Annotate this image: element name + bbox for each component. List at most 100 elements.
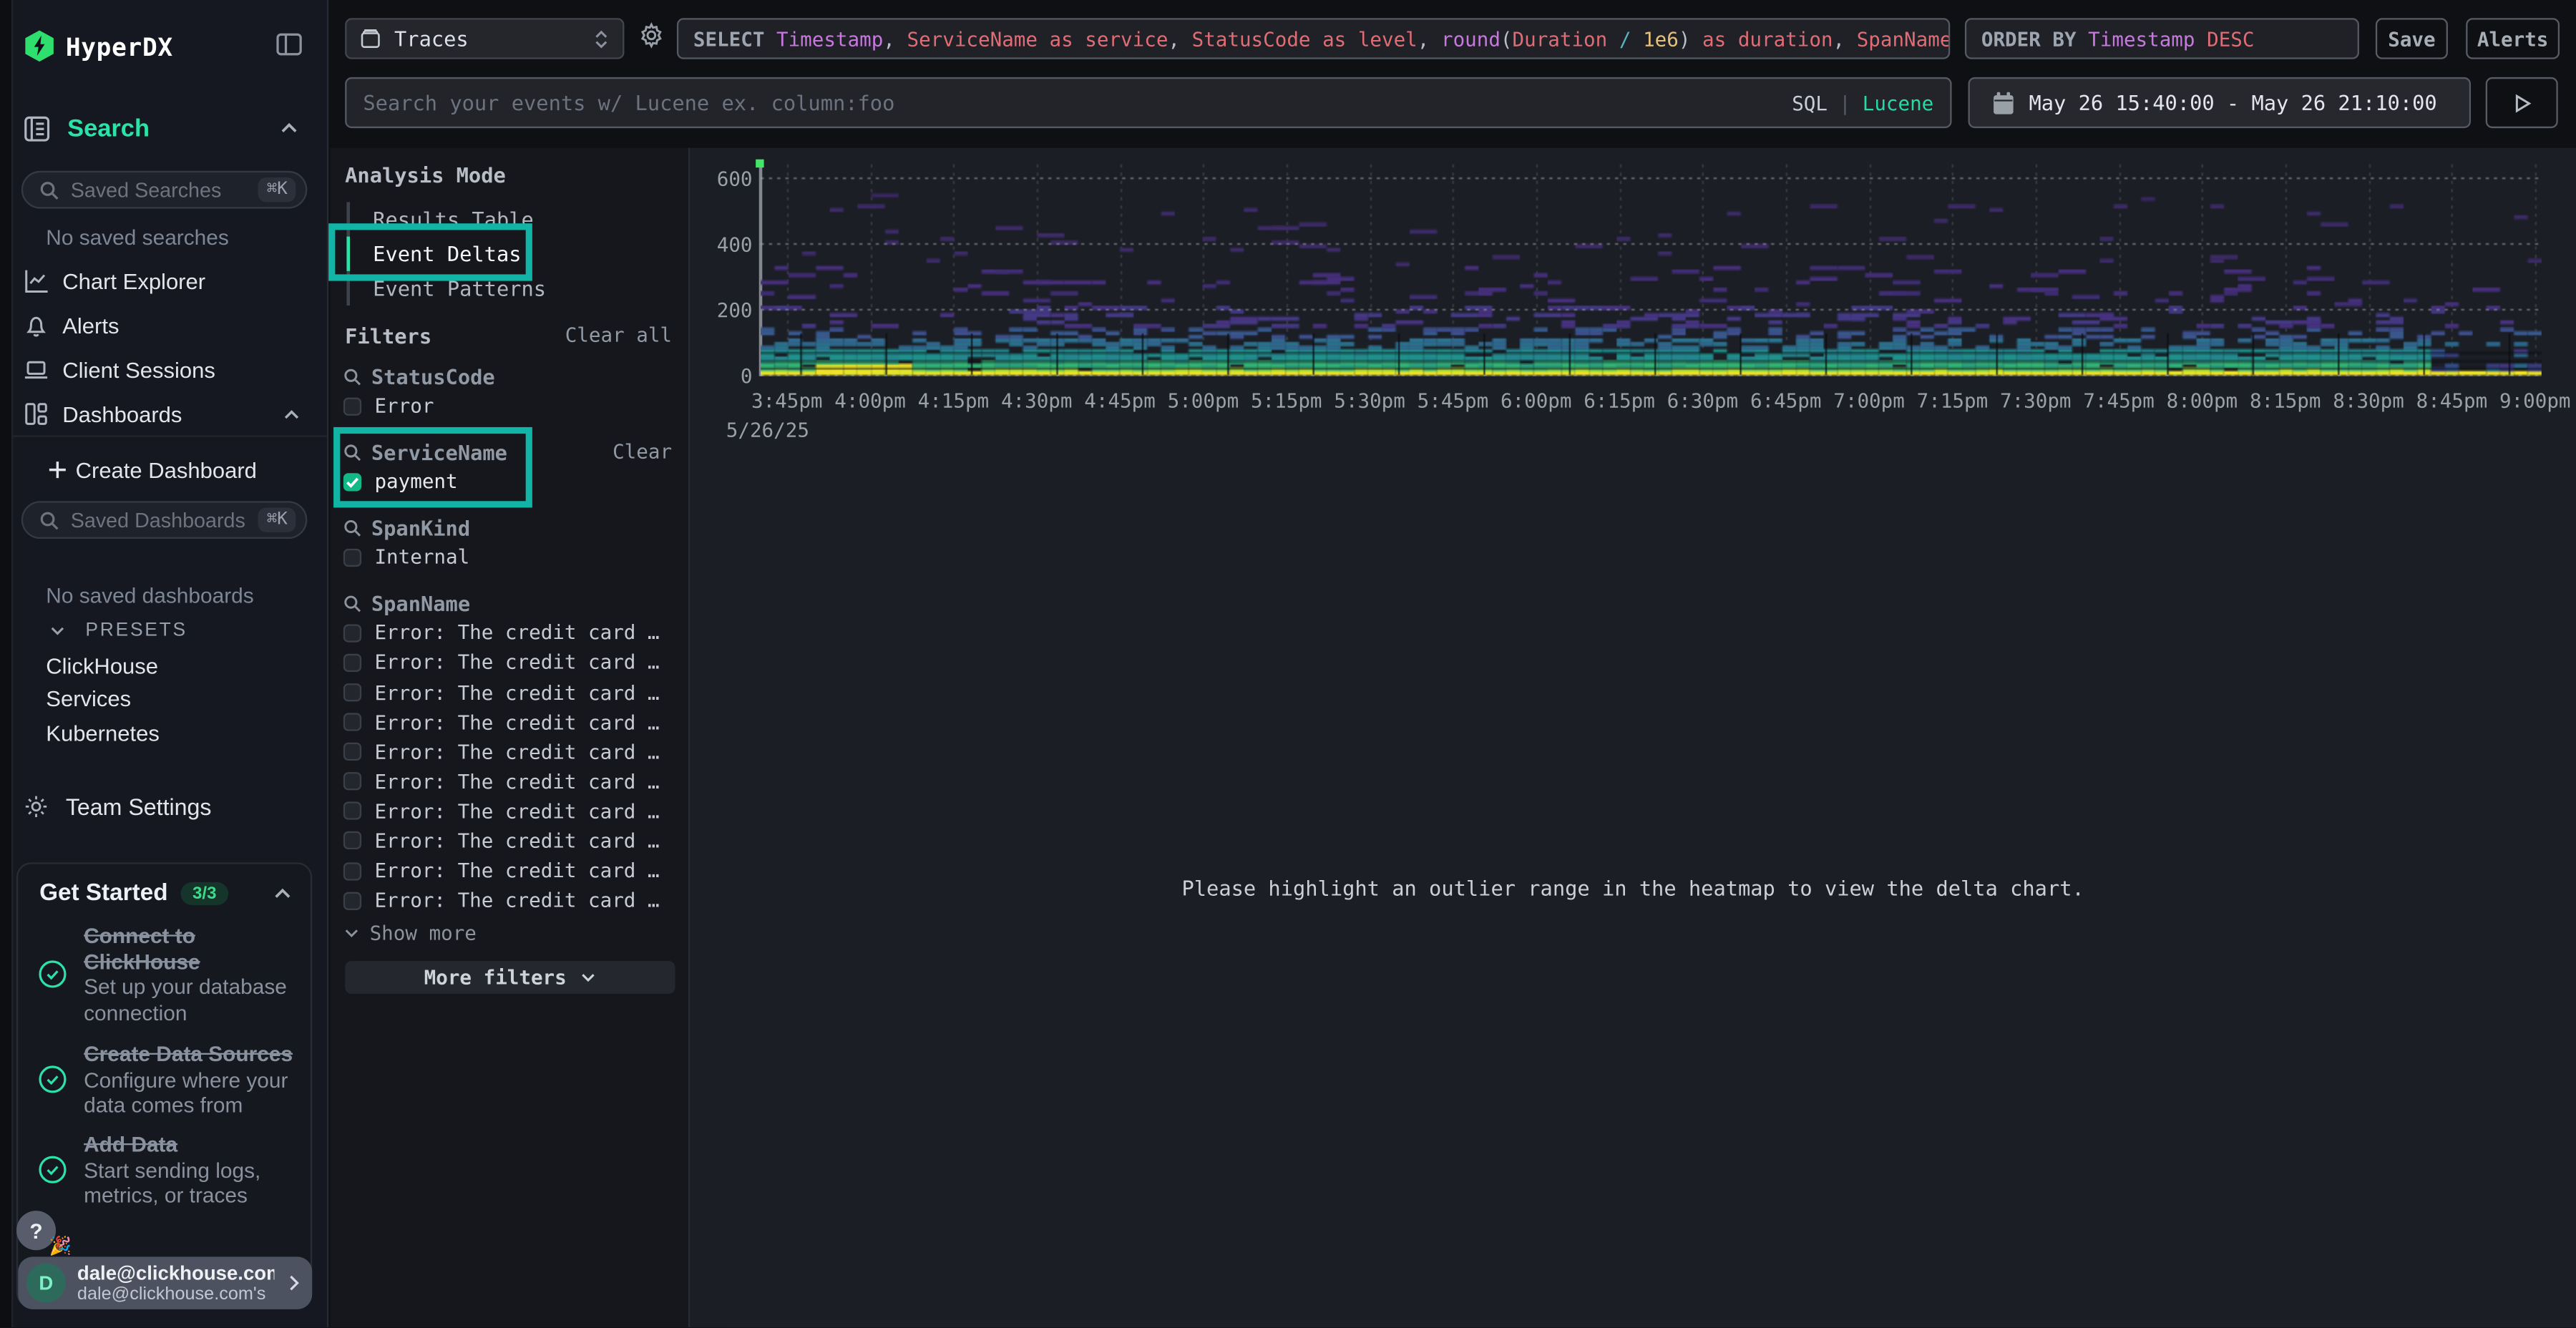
checkbox[interactable]	[343, 892, 361, 909]
filter-group-name: SpanKind	[371, 515, 672, 540]
checkbox[interactable]	[343, 713, 361, 731]
checkbox[interactable]	[343, 654, 361, 672]
create-dashboard-button[interactable]: Create Dashboard	[0, 450, 328, 489]
chevron-down-icon	[49, 622, 66, 639]
filter-checkbox-row[interactable]: payment	[343, 467, 672, 497]
source-select[interactable]: Traces	[345, 18, 624, 59]
filter-checkbox-row[interactable]: Error: The credit card …	[343, 826, 672, 856]
show-more-link[interactable]: Show more	[343, 919, 672, 948]
sidebar-divider	[13, 435, 327, 436]
presets-toggle[interactable]: PRESETS	[49, 621, 187, 641]
lucene-search-input[interactable]: Search your events w/ Lucene ex. column:…	[345, 77, 1951, 128]
filter-checkbox-row[interactable]: Error	[343, 391, 672, 421]
sql-select-editor[interactable]: SELECT Timestamp, ServiceName as service…	[677, 18, 1950, 59]
filter-checkbox-row[interactable]: Error: The credit card …	[343, 886, 672, 916]
sql-token: DESC	[2207, 27, 2254, 50]
x-tick-label: 8:45pm	[2416, 389, 2488, 412]
analysis-option-event-deltas[interactable]: Event Deltas	[350, 237, 662, 271]
sidebar-item-chart-explorer[interactable]: Chart Explorer	[0, 261, 328, 301]
preset-kubernetes[interactable]: Kubernetes	[46, 721, 160, 745]
get-started-item[interactable]: Create Data SourcesConfigure where your …	[38, 1042, 298, 1118]
clear-filter-link[interactable]: Clear	[613, 441, 672, 464]
calendar-icon	[1993, 91, 2014, 114]
x-tick-label: 4:45pm	[1084, 389, 1156, 412]
sql-token: Timestamp	[776, 27, 883, 50]
filter-checkbox-row[interactable]: Internal	[343, 542, 672, 572]
analysis-option-event-patterns[interactable]: Event Patterns	[350, 271, 662, 306]
alerts-button[interactable]: Alerts	[2466, 18, 2560, 59]
toggle-lucene[interactable]: Lucene	[1863, 91, 1934, 114]
journal-icon	[23, 115, 51, 143]
sql-token: ServiceName as service	[907, 27, 1168, 50]
filter-checkbox-row[interactable]: Error: The credit card …	[343, 767, 672, 797]
filter-checkbox-row[interactable]: Error: The credit card …	[343, 678, 672, 708]
checkbox[interactable]	[343, 683, 361, 701]
x-tick-label: 7:15pm	[1917, 389, 1989, 412]
sidebar-item-alerts[interactable]: Alerts	[0, 306, 328, 345]
clear-all-filters-link[interactable]: Clear all	[565, 323, 672, 346]
sidebar: HyperDX Search Saved Searches ⌘K No save…	[0, 0, 328, 1327]
duration-heatmap-canvas[interactable]	[761, 161, 2542, 376]
hyperdx-logo-icon[interactable]	[23, 29, 56, 62]
search-icon[interactable]	[343, 519, 361, 537]
chevron-down-icon	[580, 970, 596, 986]
get-started-item[interactable]: Connect to ClickHouseSet up your databas…	[38, 923, 298, 1025]
saved-dashboards-input[interactable]: Saved Dashboards ⌘K	[21, 501, 307, 539]
chevron-up-icon[interactable]	[273, 884, 293, 904]
toggle-sql[interactable]: SQL	[1792, 91, 1828, 114]
avatar: D	[26, 1264, 66, 1303]
x-tick-label: 5:45pm	[1418, 389, 1489, 412]
more-filters-button[interactable]: More filters	[345, 961, 675, 994]
checkbox[interactable]	[343, 861, 361, 879]
sql-token: SELECT	[693, 27, 776, 50]
check-circle-icon	[38, 960, 67, 989]
run-query-button[interactable]	[2486, 77, 2558, 128]
sidebar-item-client-sessions[interactable]: Client Sessions	[0, 350, 328, 389]
checkbox[interactable]	[343, 802, 361, 820]
search-icon[interactable]	[343, 367, 361, 385]
team-settings-label: Team Settings	[66, 794, 212, 820]
checkbox[interactable]	[343, 624, 361, 642]
save-button[interactable]: Save	[2376, 18, 2448, 59]
date-range-value: May 26 15:40:00 - May 26 21:10:00	[2029, 90, 2436, 114]
collapse-sidebar-icon[interactable]	[276, 31, 303, 58]
x-tick-label: 7:00pm	[1833, 389, 1905, 412]
sql-token: ,	[1418, 27, 1441, 50]
chevron-up-icon[interactable]	[279, 118, 299, 138]
x-tick-label: 9:00pm	[2499, 389, 2571, 412]
filter-checkbox-row[interactable]: Error: The credit card …	[343, 856, 672, 886]
checkbox[interactable]	[343, 397, 361, 415]
checkbox[interactable]	[343, 743, 361, 761]
preset-services[interactable]: Services	[46, 688, 131, 712]
filter-checkbox-row[interactable]: Error: The credit card …	[343, 648, 672, 678]
sidebar-item-team-settings[interactable]: Team Settings	[0, 787, 328, 826]
checkbox[interactable]	[343, 773, 361, 791]
check-circle-icon	[38, 1065, 67, 1094]
preset-clickhouse[interactable]: ClickHouse	[46, 654, 158, 678]
analysis-mode-title: Analysis Mode	[345, 162, 506, 187]
filter-checkbox-row[interactable]: Error: The credit card …	[343, 737, 672, 767]
chevron-up-icon[interactable]	[283, 405, 301, 423]
sql-orderby-editor[interactable]: ORDER BY Timestamp DESC	[1965, 18, 2359, 59]
filter-checkbox-row[interactable]: Error: The credit card …	[343, 796, 672, 826]
get-started-item[interactable]: Add DataStart sending logs, metrics, or …	[38, 1132, 298, 1209]
checkbox[interactable]	[343, 832, 361, 850]
source-settings-gear-icon[interactable]	[638, 21, 665, 49]
date-range-picker[interactable]: May 26 15:40:00 - May 26 21:10:00	[1968, 77, 2472, 128]
search-icon[interactable]	[343, 595, 361, 612]
analysis-option-results-table[interactable]: Results Table	[350, 202, 662, 236]
saved-searches-input[interactable]: Saved Searches ⌘K	[21, 171, 307, 209]
checkbox[interactable]	[343, 472, 361, 490]
sidebar-item-search[interactable]: Search	[23, 115, 150, 143]
filter-group-statuscode: StatusCode Error	[343, 361, 672, 421]
filter-checkbox-row[interactable]: Error: The credit card …	[343, 708, 672, 738]
filter-checkbox-row[interactable]: Error: The credit card …	[343, 618, 672, 648]
search-icon[interactable]	[343, 443, 361, 461]
checkbox[interactable]	[343, 548, 361, 566]
query-language-toggle: SQL | Lucene	[1792, 91, 1933, 114]
source-select-value: Traces	[394, 26, 580, 51]
user-menu[interactable]: D dale@clickhouse.com dale@clickhouse.co…	[18, 1256, 312, 1309]
create-dashboard-label: Create Dashboard	[76, 457, 257, 482]
sql-token	[1607, 27, 1619, 50]
sidebar-item-dashboards[interactable]: Dashboards	[0, 394, 328, 434]
